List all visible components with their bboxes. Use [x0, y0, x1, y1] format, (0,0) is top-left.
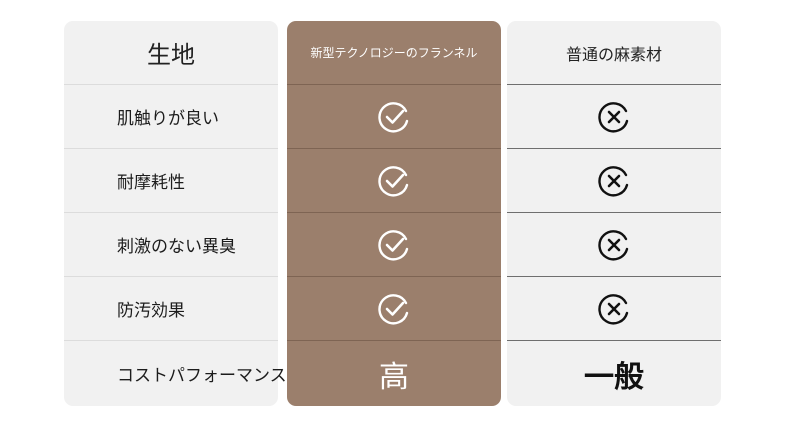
normal-abrasion-cell	[507, 148, 721, 212]
feature-label-odor: 刺激のない異臭	[64, 212, 278, 276]
new-abrasion-cell	[287, 148, 501, 212]
new-stain-cell	[287, 276, 501, 340]
feature-label-softness: 肌触りが良い	[64, 84, 278, 148]
new-flannel-column: 新型テクノロジーのフランネル 高	[287, 21, 501, 406]
normal-cost-value: 一般	[507, 340, 721, 406]
features-header: 生地	[147, 41, 195, 69]
feature-label-abrasion: 耐摩耗性	[64, 148, 278, 212]
normal-hemp-header: 普通の麻素材	[565, 44, 662, 64]
x-circle-icon	[598, 165, 629, 196]
new-cost-value: 高	[287, 340, 501, 406]
new-softness-cell	[287, 84, 501, 148]
check-circle-icon	[378, 229, 409, 260]
feature-label-stain: 防汚効果	[64, 276, 278, 340]
normal-hemp-column: 普通の麻素材 一般	[507, 21, 721, 406]
x-circle-icon	[598, 229, 629, 260]
new-flannel-header: 新型テクノロジーのフランネル	[310, 46, 478, 60]
feature-label-cost: コストパフォーマンス	[64, 340, 287, 406]
comparison-table: 生地 肌触りが良い 耐摩耗性 刺激のない異臭 防汚効果 コストパフォーマンス 新…	[0, 0, 790, 448]
normal-softness-cell	[507, 84, 721, 148]
x-circle-icon	[598, 101, 629, 132]
check-circle-icon	[378, 101, 409, 132]
check-circle-icon	[378, 165, 409, 196]
features-column: 生地 肌触りが良い 耐摩耗性 刺激のない異臭 防汚効果 コストパフォーマンス	[64, 21, 287, 406]
normal-odor-cell	[507, 212, 721, 276]
check-circle-icon	[378, 293, 409, 324]
x-circle-icon	[598, 293, 629, 324]
new-odor-cell	[287, 212, 501, 276]
normal-stain-cell	[507, 276, 721, 340]
